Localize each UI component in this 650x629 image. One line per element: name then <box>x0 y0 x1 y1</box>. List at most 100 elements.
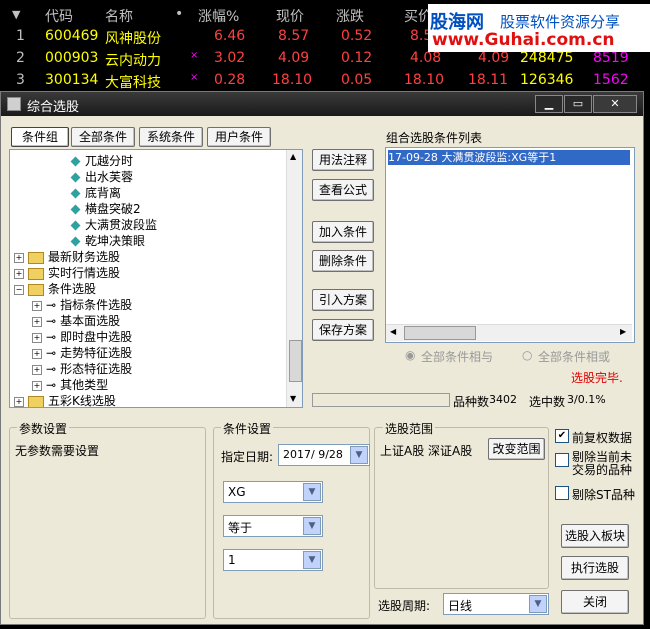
combo-condition-list[interactable]: 17-09-28 大满贯波段监:XG等于1 ◀ ▶ <box>385 147 635 343</box>
close-button[interactable]: 关闭 <box>561 590 629 614</box>
tree-item[interactable]: 出水芙蓉 <box>70 168 133 185</box>
import-plan-button[interactable]: 引入方案 <box>312 289 374 311</box>
close-window-button[interactable]: ✕ <box>593 95 637 113</box>
save-plan-button[interactable]: 保存方案 <box>312 319 374 341</box>
header-change[interactable]: 涨跌 <box>336 6 364 26</box>
watermark: 股海网 股票软件资源分享 www.Guhai.com.cn <box>428 4 650 52</box>
list-item[interactable]: 17-09-28 大满贯波段监:XG等于1 <box>388 150 630 165</box>
header-name[interactable]: 名称 <box>105 6 133 26</box>
tree-folder[interactable]: − 条件选股 <box>14 280 96 297</box>
chevron-down-icon[interactable]: ▼ <box>529 595 547 613</box>
operator-select[interactable]: 等于 ▼ <box>223 515 323 537</box>
header-code[interactable]: 代码 <box>45 6 73 26</box>
remove-st-checkbox[interactable] <box>555 486 569 500</box>
scroll-right-icon[interactable]: ▶ <box>620 327 626 336</box>
date-label: 指定日期: <box>221 450 274 464</box>
header-change-pct[interactable]: 涨幅% <box>198 6 239 26</box>
row-pct: 3.02 <box>214 50 246 66</box>
expand-icon[interactable]: + <box>32 364 42 375</box>
tree-subfolder[interactable]: + ⊸ 即时盘中选股 <box>32 328 132 345</box>
key-icon: ⊸ <box>46 330 57 344</box>
adjusted-data-checkbox[interactable]: ✔ <box>555 429 569 443</box>
formula-icon <box>70 204 81 215</box>
value-select[interactable]: 1 ▼ <box>223 549 323 571</box>
tree-folder[interactable]: + 实时行情选股 <box>14 264 120 281</box>
title-bar[interactable]: 综合选股 ▁ ▭ ✕ <box>1 92 643 116</box>
remove-untraded-checkbox[interactable] <box>555 453 569 467</box>
delete-condition-button[interactable]: 删除条件 <box>312 250 374 272</box>
range-group-label: 选股范围 <box>383 420 436 437</box>
row-pct: 6.46 <box>214 28 246 44</box>
add-condition-button[interactable]: 加入条件 <box>312 221 374 243</box>
formula-icon <box>70 172 81 183</box>
formula-icon <box>70 220 81 231</box>
stock-count: 3402 <box>489 393 517 406</box>
expand-icon[interactable]: + <box>32 348 42 359</box>
tab-system-conditions[interactable]: 系统条件 <box>139 127 203 147</box>
scroll-left-icon[interactable]: ◀ <box>390 327 396 336</box>
tree-subfolder[interactable]: + ⊸ 形态特征选股 <box>32 360 132 377</box>
tree-folder[interactable]: + 五彩K线选股 <box>14 392 116 407</box>
combo-list-label: 组合选股条件列表 <box>386 131 483 145</box>
collapse-icon[interactable]: − <box>14 284 24 295</box>
formula-icon <box>70 156 81 167</box>
date-picker[interactable]: 2017/ 9/28 ▼ <box>278 444 370 466</box>
tree-item[interactable]: 兀越分时 <box>70 152 133 169</box>
period-select[interactable]: 日线 ▼ <box>443 593 549 615</box>
row-sell: 4.09 <box>478 50 510 66</box>
scroll-thumb[interactable] <box>289 340 302 382</box>
tree-item[interactable]: 底背离 <box>70 184 121 201</box>
header-price[interactable]: 现价 <box>276 6 304 26</box>
scroll-down-icon[interactable]: ▼ <box>290 394 296 403</box>
expand-icon[interactable]: + <box>32 380 42 391</box>
tree-subfolder[interactable]: + ⊸ 走势特征选股 <box>32 344 132 361</box>
tree-subfolder[interactable]: + ⊸ 其他类型 <box>32 376 108 393</box>
scroll-up-icon[interactable]: ▲ <box>290 152 296 161</box>
tree-scrollbar[interactable]: ▲ ▼ <box>286 150 302 407</box>
usage-notes-button[interactable]: 用法注释 <box>312 149 374 171</box>
row-name: 风神股份 <box>105 31 161 47</box>
expand-icon[interactable]: + <box>14 396 24 407</box>
row-vol: 126346 <box>520 72 574 88</box>
chevron-down-icon[interactable]: ▼ <box>303 551 321 569</box>
watermark-slogan: 股票软件资源分享 <box>500 13 621 31</box>
period-value: 日线 <box>448 599 473 613</box>
tab-condition-group[interactable]: 条件组 <box>11 127 69 147</box>
row-vol: 248475 <box>520 50 574 66</box>
key-icon: ⊸ <box>46 346 57 360</box>
tree-subfolder[interactable]: + ⊸ 指标条件选股 <box>32 296 132 313</box>
run-screen-button[interactable]: 执行选股 <box>561 556 629 580</box>
watermark-url: www.Guhai.com.cn <box>432 30 615 50</box>
progress-bar <box>312 393 450 407</box>
table-row[interactable]: 3 300134 大富科技 × 0.28 18.10 0.05 18.10 18… <box>0 70 650 92</box>
view-formula-button[interactable]: 查看公式 <box>312 179 374 201</box>
chevron-down-icon[interactable]: ▼ <box>303 483 321 501</box>
minimize-button[interactable]: ▁ <box>535 95 563 113</box>
tree-subfolder[interactable]: + ⊸ 基本面选股 <box>32 312 120 329</box>
horizontal-scrollbar[interactable]: ◀ ▶ <box>386 324 632 341</box>
row-num: 3 <box>16 72 25 88</box>
tree-folder[interactable]: + 最新财务选股 <box>14 248 120 265</box>
scroll-thumb[interactable] <box>404 326 476 340</box>
tab-user-conditions[interactable]: 用户条件 <box>207 127 271 147</box>
chevron-down-icon[interactable]: ▼ <box>303 517 321 535</box>
tree-item-selected[interactable]: 大满贯波段监 <box>70 216 157 233</box>
radio-or[interactable]: ○ <box>522 348 532 362</box>
expand-icon[interactable]: + <box>32 300 42 311</box>
tab-all-conditions[interactable]: 全部条件 <box>71 127 135 147</box>
add-to-block-button[interactable]: 选股入板块 <box>561 524 629 548</box>
change-range-button[interactable]: 改变范围 <box>488 438 545 460</box>
tree-item[interactable]: 乾坤决策眼 <box>70 232 145 249</box>
maximize-button[interactable]: ▭ <box>564 95 592 113</box>
indicator-select[interactable]: XG ▼ <box>223 481 323 503</box>
expand-icon[interactable]: + <box>32 316 42 327</box>
row-buy: 4.08 <box>410 50 442 66</box>
tree-item[interactable]: 横盘突破2 <box>70 200 141 217</box>
expand-icon[interactable]: + <box>14 252 24 263</box>
condition-tree[interactable]: 兀越分时 出水芙蓉 底背离 横盘突破2 大满贯波段监 乾坤决策眼 + 最新财务选股… <box>9 149 303 408</box>
sort-icon[interactable]: ▼ <box>12 8 20 21</box>
expand-icon[interactable]: + <box>32 332 42 343</box>
radio-and[interactable]: ◉ <box>405 348 415 362</box>
chevron-down-icon[interactable]: ▼ <box>350 446 368 464</box>
expand-icon[interactable]: + <box>14 268 24 279</box>
